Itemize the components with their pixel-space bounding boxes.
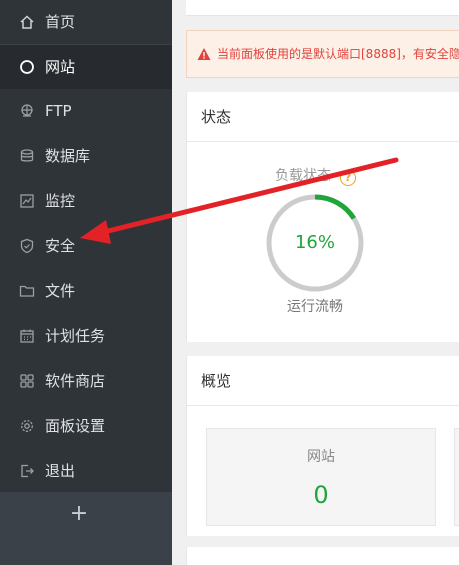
sidebar-item-label: 软件商店 xyxy=(45,372,106,390)
overview-panel-header: 概览 xyxy=(187,356,459,406)
shield-icon xyxy=(18,237,36,255)
sidebar-item-settings[interactable]: 面板设置 xyxy=(0,404,172,448)
sidebar-item-monitor[interactable]: 监控 xyxy=(0,179,172,223)
folder-icon xyxy=(18,282,36,300)
load-percentage: 16% xyxy=(294,232,335,253)
sidebar-item-label: 计划任务 xyxy=(45,327,106,345)
monitor-icon xyxy=(18,192,36,210)
warning-text: 当前面板使用的是默认端口[8888]，有安全隐患 xyxy=(217,47,459,61)
help-icon[interactable]: ? xyxy=(340,170,356,186)
next-panel xyxy=(186,547,459,565)
sidebar-item-label: 退出 xyxy=(45,462,76,480)
sidebar-item-home[interactable]: 首页 xyxy=(0,0,172,44)
globe-icon xyxy=(18,58,36,76)
next-stat-card[interactable] xyxy=(454,428,459,526)
sidebar-item-label: 数据库 xyxy=(45,147,91,165)
warning-banner: 当前面板使用的是默认端口[8888]，有安全隐患 xyxy=(186,30,459,78)
panel-title: 状态 xyxy=(201,108,232,126)
load-status-text: 运行流畅 xyxy=(287,299,343,315)
sidebar-item-label: 网站 xyxy=(45,58,76,76)
load-status-label: 负载状态 xyxy=(275,168,331,184)
add-menu-button[interactable]: + xyxy=(68,500,90,528)
sidebar-item-ftp[interactable]: FTP xyxy=(0,89,172,133)
home-icon xyxy=(18,13,36,31)
sidebar-item-database[interactable]: 数据库 xyxy=(0,134,172,178)
warning-icon xyxy=(197,46,211,60)
sidebar-item-website[interactable]: 网站 xyxy=(0,45,172,89)
sidebar-item-logout[interactable]: 退出 xyxy=(0,449,172,493)
panel-title: 概览 xyxy=(201,372,232,390)
top-panel xyxy=(186,0,459,16)
logout-icon xyxy=(18,462,36,480)
sidebar-item-security[interactable]: 安全 xyxy=(0,224,172,268)
calendar-icon xyxy=(18,327,36,345)
sidebar-item-files[interactable]: 文件 xyxy=(0,269,172,313)
gear-icon xyxy=(18,417,36,435)
sidebar-item-label: 首页 xyxy=(45,13,76,31)
ftp-icon xyxy=(18,102,36,120)
sidebar-item-label: 面板设置 xyxy=(45,417,106,435)
stat-value: 0 xyxy=(313,481,329,509)
apps-icon xyxy=(18,372,36,390)
database-icon xyxy=(18,147,36,165)
sidebar-item-label: 监控 xyxy=(45,192,76,210)
sidebar-item-label: FTP xyxy=(45,102,72,120)
status-panel-header: 状态 xyxy=(187,92,459,142)
sidebar-item-label: 安全 xyxy=(45,237,76,255)
sidebar-item-label: 文件 xyxy=(45,282,76,300)
website-count-card[interactable]: 网站 0 xyxy=(206,428,436,526)
sidebar-item-cron[interactable]: 计划任务 xyxy=(0,314,172,358)
stat-label: 网站 xyxy=(307,449,335,465)
sidebar-item-store[interactable]: 软件商店 xyxy=(0,359,172,403)
